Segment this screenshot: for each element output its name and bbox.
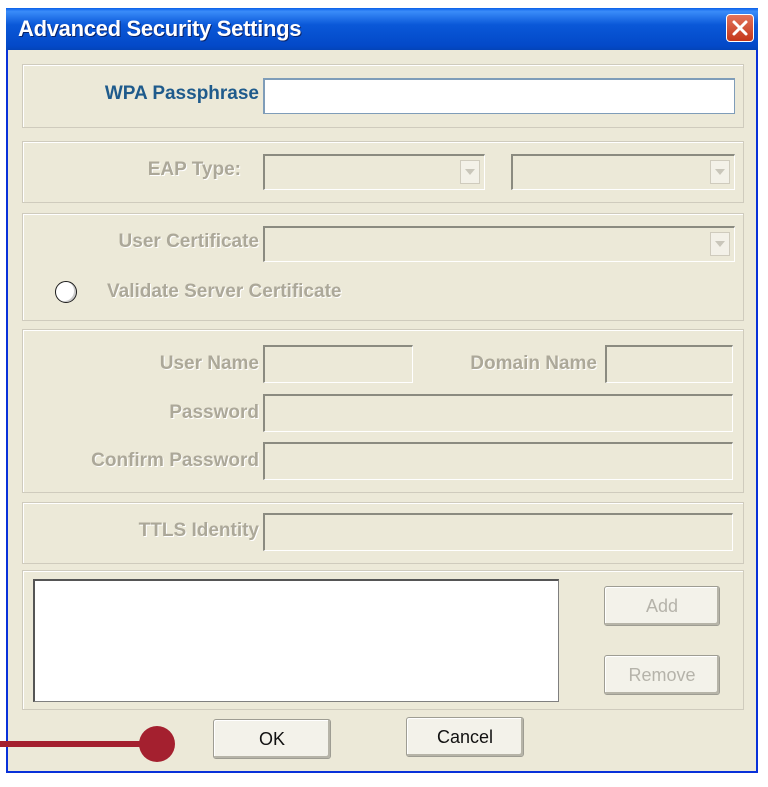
certificate-group: User Certificate Validate Server Certifi…	[22, 213, 744, 321]
advanced-security-dialog: Advanced Security Settings WPA Passphras…	[6, 8, 758, 773]
remove-button[interactable]: Remove	[604, 655, 720, 695]
ttls-group: TTLS Identity	[22, 502, 744, 564]
window-title: Advanced Security Settings	[18, 16, 302, 41]
password-input[interactable]	[263, 394, 733, 432]
cancel-button[interactable]: Cancel	[406, 717, 524, 757]
close-icon	[732, 20, 748, 36]
eap-type-label: EAP Type:	[147, 159, 241, 180]
certificate-listbox[interactable]	[33, 579, 559, 702]
confirm-password-label: Confirm Password	[91, 450, 259, 471]
user-certificate-dropdown-button[interactable]	[710, 232, 730, 256]
user-name-input[interactable]	[263, 345, 413, 383]
eap-type-select[interactable]	[263, 154, 485, 190]
confirm-password-input[interactable]	[263, 442, 733, 480]
ttls-identity-label: TTLS Identity	[138, 520, 259, 541]
ttls-identity-input[interactable]	[263, 513, 733, 551]
eap-inner-dropdown-button[interactable]	[710, 160, 730, 184]
user-certificate-label: User Certificate	[118, 231, 259, 252]
validate-server-certificate-label: Validate Server Certificate	[107, 281, 342, 302]
domain-name-label: Domain Name	[470, 353, 597, 374]
wpa-passphrase-input[interactable]	[263, 78, 735, 114]
user-name-label: User Name	[159, 353, 259, 374]
wpa-passphrase-label: WPA Passphrase	[104, 83, 259, 104]
close-button[interactable]	[726, 14, 754, 42]
callout-pointer-line	[0, 741, 156, 747]
add-button[interactable]: Add	[604, 586, 720, 626]
chevron-down-icon	[465, 169, 475, 175]
chevron-down-icon	[715, 241, 725, 247]
wpa-group: WPA Passphrase	[22, 64, 744, 128]
callout-pointer-dot	[139, 726, 175, 762]
user-certificate-select[interactable]	[263, 226, 735, 262]
validate-server-certificate-radio[interactable]	[55, 281, 77, 303]
eap-group: EAP Type:	[22, 141, 744, 203]
eap-inner-select[interactable]	[511, 154, 735, 190]
list-group: Add Remove	[22, 570, 744, 710]
ok-button[interactable]: OK	[213, 719, 331, 759]
chevron-down-icon	[715, 169, 725, 175]
eap-type-dropdown-button[interactable]	[460, 160, 480, 184]
title-bar[interactable]: Advanced Security Settings	[6, 8, 758, 50]
credentials-group: User Name Domain Name Password Confirm P…	[22, 329, 744, 493]
domain-name-input[interactable]	[605, 345, 733, 383]
password-label: Password	[169, 402, 259, 423]
